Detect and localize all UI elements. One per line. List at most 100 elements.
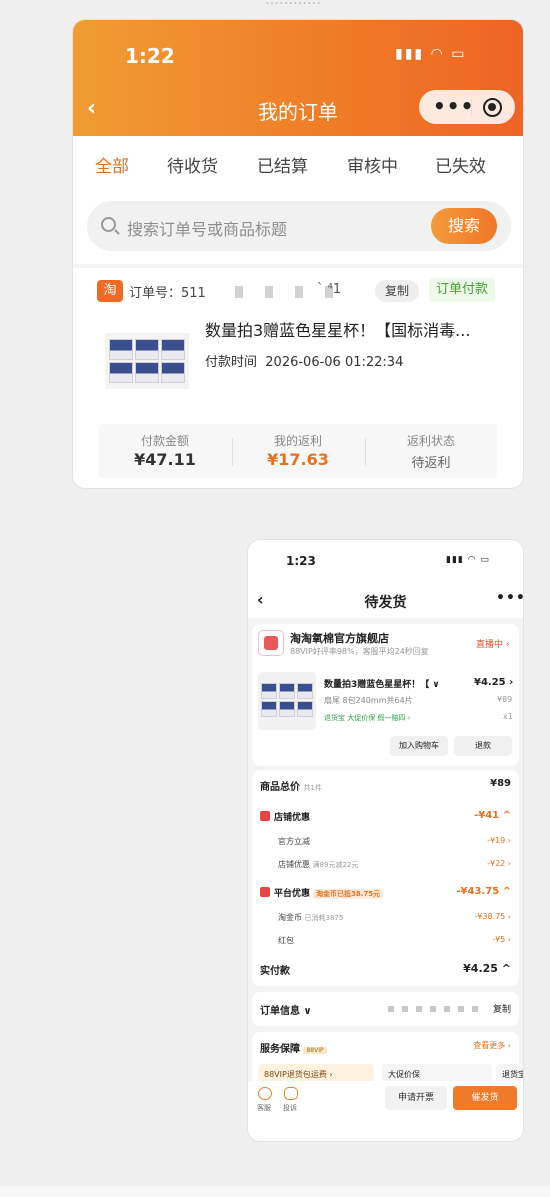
order-info-card[interactable]: 订单信息 ∨ 复制 (252, 992, 519, 1026)
coin-row[interactable]: 淘金币 已消耗3875 -¥38.75 › (252, 912, 519, 926)
summary-value: 待返利 (411, 456, 451, 471)
shop-coupon-row[interactable]: 店铺优惠 满89元减22元 -¥22 › (252, 859, 519, 873)
pay-time-label: 付款时间 (205, 355, 258, 370)
order-number-label: 订单号：511 (129, 286, 206, 301)
summary-rebate-status: 返利状态 待返利 (365, 424, 497, 478)
summary-label: 我的返利 (273, 434, 322, 448)
red-packet-row[interactable]: 红包 -¥5 › (252, 935, 519, 949)
order-list-header: 1:22 ▮▮▮ ◠ ▭ ‹ 我的订单 ••• (73, 20, 523, 136)
official-discount-value: -¥19 › (487, 836, 511, 845)
complaint-icon[interactable] (284, 1087, 298, 1100)
urge-shipping-button[interactable]: 催发货 (453, 1086, 517, 1110)
summary-label: 付款金额 (140, 434, 189, 448)
status-icons: ▮▮▮ ◠ ▭ (395, 46, 467, 62)
item-spec: 扇尾 8包240mm共64片 (324, 696, 413, 705)
official-discount-label: 官方立减 (278, 837, 310, 846)
official-discount-row[interactable]: 官方立减 -¥19 › (252, 836, 519, 850)
cropped-header-text: ………… (265, 0, 321, 8)
shop-logo[interactable] (258, 630, 284, 656)
summary-rebate: 我的返利 ¥17.63 (232, 424, 364, 478)
vip-badge: 88VIP (303, 1047, 327, 1054)
shop-discount-label: 店铺优惠 (274, 813, 311, 823)
shop-coupon-label: 店铺优惠 (278, 860, 310, 869)
shop-coupon-value: -¥22 › (487, 859, 511, 868)
shop-card: 淘淘氧棉官方旗舰店 88VIP好评率98%，客服平均24秒回复 直播中 › 数量… (252, 624, 519, 766)
order-list-screenshot: 1:22 ▮▮▮ ◠ ▭ ‹ 我的订单 ••• 全部 待收货 已结算 审核中 已… (73, 20, 523, 488)
red-packet-label: 红包 (278, 936, 294, 945)
tab-settled[interactable]: 已结算 (257, 152, 308, 177)
mini-program-capsule[interactable]: ••• (419, 90, 515, 124)
tab-under-review[interactable]: 审核中 (347, 152, 398, 177)
order-tabs: 全部 待收货 已结算 审核中 已失效 (73, 136, 523, 192)
order-summary: 付款金额 ¥47.11 我的返利 ¥17.63 返利状态 待返利 (99, 424, 497, 478)
shop-coupon-note: 满89元减22元 (312, 861, 359, 869)
close-target-icon[interactable] (483, 98, 502, 117)
coin-label: 淘金币 (278, 913, 302, 922)
copy-button[interactable]: 复制 (375, 280, 419, 302)
order-number-tail: ` ⁴1 (317, 282, 342, 297)
taobao-badge: 淘 (97, 280, 123, 302)
status-icons: ▮▮▮ ◠ ▭ (446, 555, 490, 565)
divider (73, 264, 523, 268)
more-dots-icon[interactable]: ••• (433, 94, 474, 118)
complaint-label[interactable]: 投诉 (283, 1103, 297, 1113)
status-time: 1:23 (286, 554, 316, 568)
pay-time: 付款时间 2026-06-06 01:22:34 (205, 351, 403, 370)
order-info-copy-button[interactable]: 复制 (493, 1002, 511, 1015)
item-quantity: x1 (503, 712, 513, 721)
summary-value: ¥47.11 (134, 450, 196, 469)
platform-discount-label: 平台优惠 (274, 889, 311, 899)
service-more-link[interactable]: 查看更多 › (473, 1040, 511, 1051)
service-label: 服务保障 (260, 1044, 300, 1055)
order-info-redacted (388, 1006, 486, 1012)
platform-discount-row[interactable]: 平台优惠 淘金币已抵38.75元 -¥43.75 ^ (252, 886, 519, 902)
shop-discount-value: -¥41 ^ (474, 810, 511, 821)
bottom-action-bar: 客服 投诉 申请开票 催发货 (248, 1081, 523, 1141)
shop-subtitle: 88VIP好评率98%，客服平均24秒回复 (290, 647, 429, 656)
coin-offset-pill: 淘金币已抵38.75元 (313, 889, 384, 899)
goods-count: 共1件 (303, 784, 322, 792)
product-thumbnail[interactable] (258, 672, 316, 730)
shop-name[interactable]: 淘淘氧棉官方旗舰店 (290, 630, 389, 646)
platform-discount-icon (260, 887, 270, 897)
summary-paid: 付款金额 ¥47.11 (99, 424, 231, 478)
more-icon[interactable]: ••• (496, 590, 523, 606)
customer-service-label[interactable]: 客服 (257, 1103, 271, 1113)
coin-note: 已消耗3875 (304, 914, 344, 922)
price-detail-card: 商品总价 共1件 ¥89 店铺优惠 -¥41 ^ 官方立减 -¥19 › 店铺优… (252, 770, 519, 986)
summary-label: 返利状态 (406, 434, 455, 448)
search-input[interactable]: 搜索订单号或商品标题 (127, 216, 287, 240)
tab-pending-receipt[interactable]: 待收货 (167, 152, 218, 177)
page-bottom-strip (0, 1186, 550, 1197)
summary-value: ¥17.63 (267, 450, 329, 469)
search-bar[interactable]: 搜索订单号或商品标题 搜索 (87, 201, 511, 251)
refund-button[interactable]: 退款 (454, 736, 512, 756)
order-detail-screenshot: 1:23 ▮▮▮ ◠ ▭ ‹ 待发货 ••• 淘淘氧棉官方旗舰店 88VIP好评… (248, 540, 523, 1141)
search-button[interactable]: 搜索 (431, 208, 497, 244)
customer-service-icon[interactable] (258, 1087, 272, 1100)
red-packet-value: -¥5 › (492, 935, 511, 944)
service-tags[interactable]: 退货宝 大促价保 假一赔四 › (324, 713, 410, 723)
platform-discount-value: -¥43.75 ^ (456, 886, 511, 897)
tab-invalid[interactable]: 已失效 (435, 152, 486, 177)
order-status-badge: 订单付款 (429, 278, 496, 302)
add-to-cart-button[interactable]: 加入购物车 (390, 736, 448, 756)
paid-amount-label: 实付款 (260, 966, 290, 977)
shop-discount-row[interactable]: 店铺优惠 -¥41 ^ (252, 810, 519, 826)
product-title[interactable]: 数量拍3赠蓝色星星杯！【国标消毒... (205, 317, 495, 341)
order-info-label[interactable]: 订单信息 ∨ (260, 1002, 312, 1017)
shop-discount-icon (260, 811, 270, 821)
goods-total-label: 商品总价 (260, 782, 300, 793)
pay-time-value: 2026-06-06 01:22:34 (265, 355, 404, 370)
invoice-button[interactable]: 申请开票 (385, 1086, 447, 1110)
page-title: 待发货 (364, 595, 407, 611)
item-price: ¥4.25 › (474, 677, 514, 688)
paid-amount-row: 实付款 ¥4.25 ^ (252, 962, 519, 978)
live-link[interactable]: 直播中 › (476, 637, 509, 650)
tab-all[interactable]: 全部 (95, 152, 129, 177)
product-title[interactable]: 数量拍3赠蓝色星星杯！【 ∨ (324, 677, 464, 690)
product-thumbnail[interactable] (105, 333, 189, 389)
status-time: 1:22 (125, 44, 175, 68)
goods-total-row: 商品总价 共1件 ¥89 (252, 778, 519, 794)
coin-value: -¥38.75 › (474, 912, 511, 921)
